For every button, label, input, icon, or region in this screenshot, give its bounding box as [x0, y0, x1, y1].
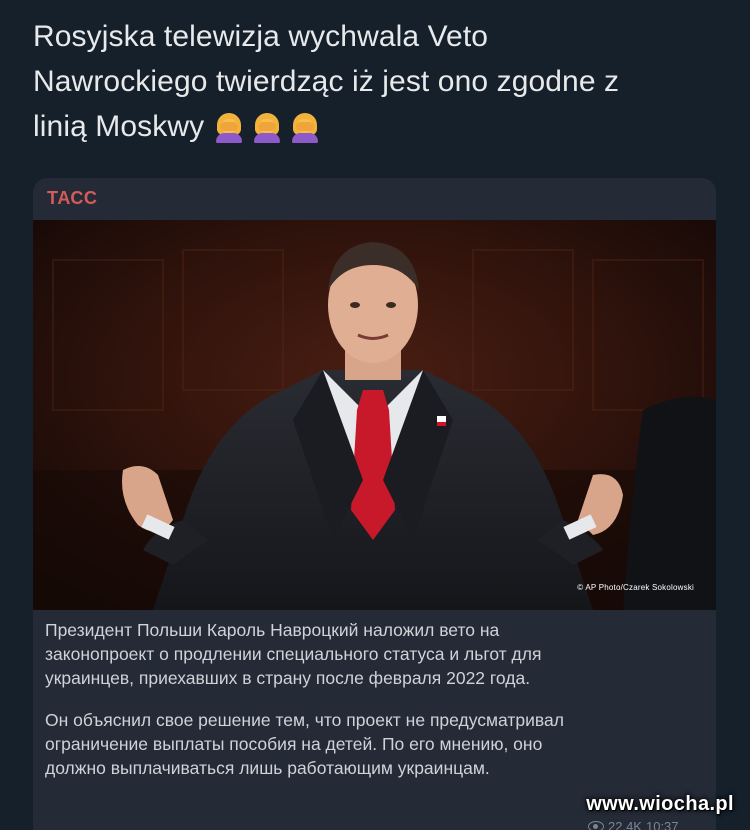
- news-photo[interactable]: © AP Photo/Czarek Sokolowski: [33, 220, 716, 610]
- news-photo-illustration: [33, 220, 716, 610]
- caption-paragraph: Он объяснил свое решение тем, что проект…: [45, 710, 564, 778]
- woman-facepalming-icon: [290, 113, 320, 144]
- post-screenshot: Rosyjska telewizja wychwala Veto Nawrock…: [0, 0, 750, 830]
- post-text-content: Rosyjska telewizja wychwala Veto Nawrock…: [33, 20, 620, 143]
- embedded-news-card[interactable]: ТАСС © AP Photo/Czarek Sokolowski Презид…: [33, 178, 716, 830]
- caption-paragraph: Президент Польши Кароль Навроцкий наложи…: [45, 620, 542, 688]
- watermark: www.wiocha.pl: [586, 793, 734, 815]
- news-caption: Президент Польши Кароль Навроцкий наложи…: [45, 618, 705, 798]
- photo-credit: © AP Photo/Czarek Sokolowski: [577, 583, 694, 592]
- woman-facepalming-icon: [252, 113, 282, 144]
- emoji-group: [214, 113, 320, 144]
- post-text: Rosyjska telewizja wychwala Veto Nawrock…: [33, 14, 723, 149]
- post-meta: 22.4K 10:37: [588, 819, 679, 830]
- eye-icon: [588, 821, 604, 830]
- view-count: 22.4K: [608, 819, 642, 830]
- post-time: 10:37: [645, 819, 679, 830]
- news-source-label: ТАСС: [47, 188, 98, 208]
- woman-facepalming-icon: [214, 113, 244, 144]
